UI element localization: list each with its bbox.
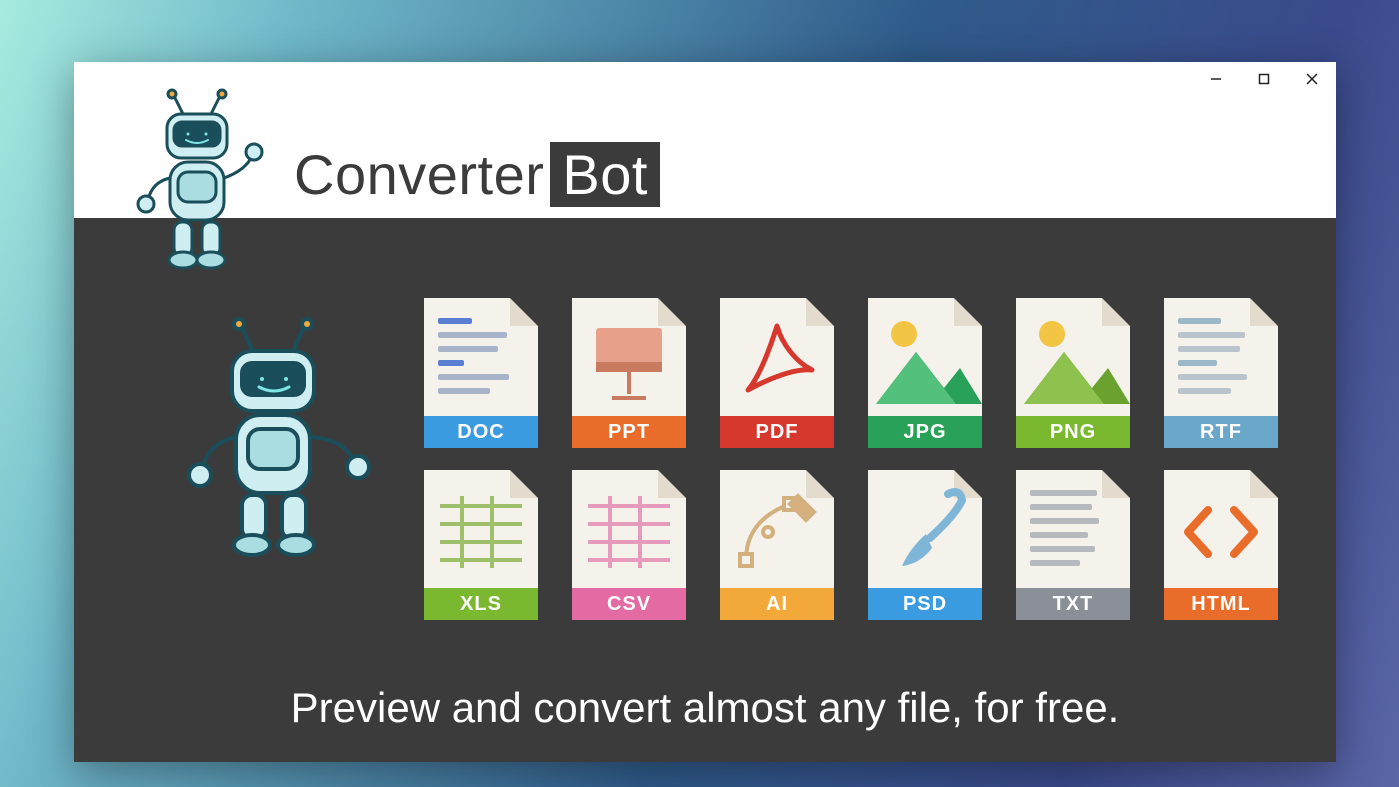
file-body [572, 470, 686, 588]
tagline-text: Preview and convert almost any file, for… [74, 684, 1336, 732]
file-label: AI [720, 588, 834, 620]
doc-lines-icon [438, 318, 524, 402]
minimize-button[interactable] [1192, 62, 1240, 96]
file-body [572, 298, 686, 416]
spreadsheet-icon [572, 470, 686, 588]
file-label: JPG [868, 416, 982, 448]
file-type-pdf[interactable]: PDF [720, 298, 834, 448]
file-type-psd[interactable]: PSD [868, 470, 982, 620]
file-type-ppt[interactable]: PPT [572, 298, 686, 448]
file-body [720, 470, 834, 588]
minimize-icon [1210, 73, 1222, 85]
file-body [868, 470, 982, 588]
close-button[interactable] [1288, 62, 1336, 96]
file-type-html[interactable]: HTML [1164, 470, 1278, 620]
file-label: DOC [424, 416, 538, 448]
file-label: CSV [572, 588, 686, 620]
file-type-ai[interactable]: AI [720, 470, 834, 620]
txt-lines-icon [1030, 490, 1116, 574]
file-label: RTF [1164, 416, 1278, 448]
content-area: DOC PPT [74, 218, 1336, 762]
app-title-part2: Bot [550, 142, 660, 207]
file-label: TXT [1016, 588, 1130, 620]
file-body [1164, 470, 1278, 588]
file-type-txt[interactable]: TXT [1016, 470, 1130, 620]
vector-pen-icon [720, 470, 834, 588]
maximize-button[interactable] [1240, 62, 1288, 96]
app-title: ConverterBot [294, 142, 660, 207]
paintbrush-icon [868, 470, 982, 588]
file-type-doc[interactable]: DOC [424, 298, 538, 448]
spreadsheet-icon [424, 470, 538, 588]
pdf-glyph-icon [720, 298, 834, 416]
presentation-icon [572, 298, 686, 416]
titlebar: ConverterBot [74, 62, 1336, 218]
image-landscape-icon [1016, 298, 1130, 416]
file-body [1016, 298, 1130, 416]
file-body [720, 298, 834, 416]
file-type-rtf[interactable]: RTF [1164, 298, 1278, 448]
file-type-xls[interactable]: XLS [424, 470, 538, 620]
desktop-background: ConverterBot [0, 0, 1399, 787]
file-label: XLS [424, 588, 538, 620]
window-controls [1192, 62, 1336, 96]
file-label: PDF [720, 416, 834, 448]
file-label: PNG [1016, 416, 1130, 448]
file-label: PSD [868, 588, 982, 620]
robot-mascot-icon [164, 313, 379, 573]
maximize-icon [1258, 73, 1270, 85]
app-window: ConverterBot [74, 62, 1336, 762]
file-body [424, 298, 538, 416]
file-type-jpg[interactable]: JPG [868, 298, 982, 448]
file-body [1016, 470, 1130, 588]
code-brackets-icon [1164, 470, 1278, 588]
file-label: PPT [572, 416, 686, 448]
close-icon [1306, 73, 1318, 85]
file-type-grid: DOC PPT [424, 298, 1278, 620]
robot-logo-icon [112, 82, 282, 282]
file-type-csv[interactable]: CSV [572, 470, 686, 620]
app-title-part1: Converter [294, 142, 544, 207]
file-body [1164, 298, 1278, 416]
file-body [868, 298, 982, 416]
rtf-lines-icon [1178, 318, 1264, 402]
file-type-png[interactable]: PNG [1016, 298, 1130, 448]
file-body [424, 470, 538, 588]
file-label: HTML [1164, 588, 1278, 620]
image-landscape-icon [868, 298, 982, 416]
